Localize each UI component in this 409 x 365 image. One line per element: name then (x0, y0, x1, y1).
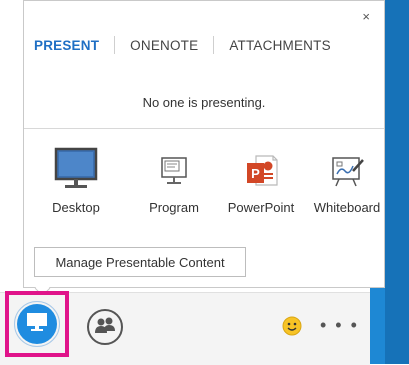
tab-bar: PRESENT ONENOTE ATTACHMENTS (34, 36, 331, 54)
desktop-label: Desktop (52, 200, 100, 215)
svg-text:P: P (251, 166, 260, 181)
desktop-icon (36, 146, 116, 192)
background-window-strip-dark (385, 0, 409, 364)
program-label: Program (149, 200, 199, 215)
present-popup: × PRESENT ONENOTE ATTACHMENTS No one is … (23, 0, 385, 288)
present-program-option[interactable]: Program (134, 146, 214, 215)
powerpoint-label: PowerPoint (227, 200, 295, 215)
whiteboard-icon (307, 146, 387, 192)
program-icon (134, 146, 214, 192)
smiley-icon[interactable] (282, 316, 302, 336)
present-powerpoint-option[interactable]: P PowerPoint (221, 146, 301, 215)
whiteboard-label: Whiteboard (313, 200, 381, 215)
close-button[interactable]: × (362, 9, 370, 24)
participants-icon (94, 316, 116, 339)
present-whiteboard-option[interactable]: Whiteboard (307, 146, 387, 215)
tab-separator (213, 36, 215, 54)
highlight-box (5, 291, 69, 357)
more-options-button[interactable]: • • • (320, 315, 359, 336)
manage-presentable-content-button[interactable]: Manage Presentable Content (34, 247, 246, 277)
tab-onenote[interactable]: ONENOTE (130, 38, 198, 53)
powerpoint-icon: P (221, 146, 301, 192)
tab-present[interactable]: PRESENT (34, 38, 99, 53)
divider (24, 128, 384, 129)
present-desktop-option[interactable]: Desktop (36, 146, 116, 215)
tab-separator (114, 36, 116, 54)
presenting-status: No one is presenting. (142, 95, 266, 110)
tab-attachments[interactable]: ATTACHMENTS (229, 38, 330, 53)
participants-button[interactable] (87, 309, 123, 345)
